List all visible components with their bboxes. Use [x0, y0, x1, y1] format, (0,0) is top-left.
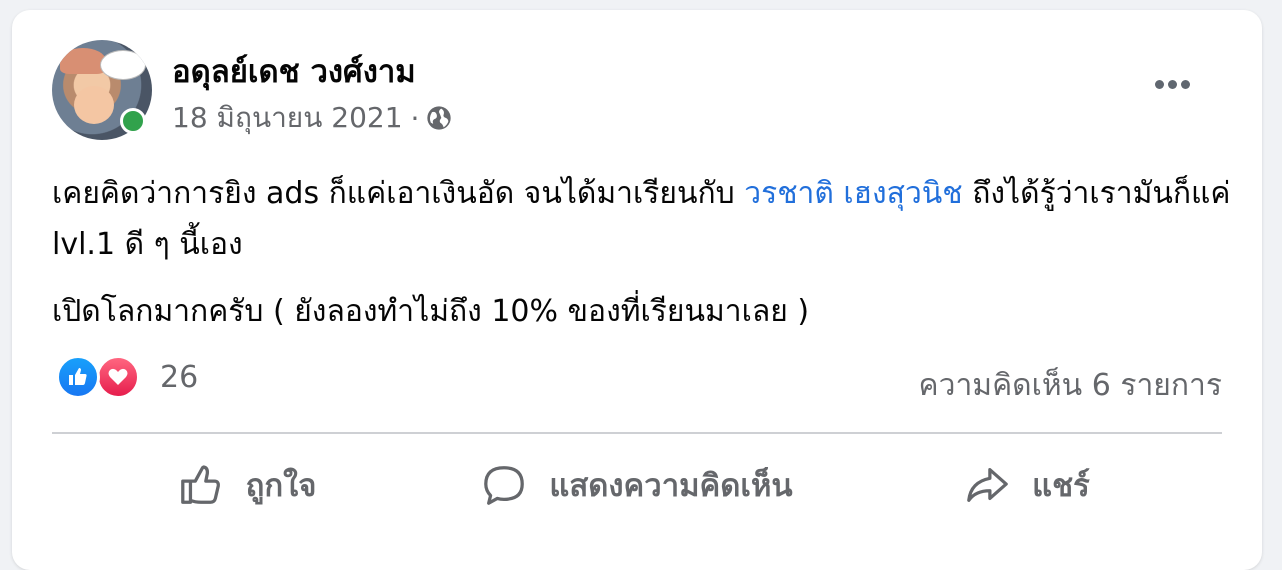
share-icon [967, 468, 1008, 502]
more-dot-icon [1154, 79, 1164, 89]
like-button[interactable]: ถูกใจ [52, 450, 442, 520]
avatar-face [74, 86, 114, 124]
divider [52, 432, 1222, 434]
reaction-count: 26 [160, 359, 199, 395]
post-date[interactable]: 18 มิถุนายน 2021 [172, 96, 403, 140]
thumbs-up-icon [180, 465, 220, 504]
like-icon [56, 355, 100, 399]
post-card: อดุลย์เดช วงศ์งาม 18 มิถุนายน 2021 · เคย… [12, 10, 1262, 570]
avatar-hat [60, 48, 106, 74]
more-dot-icon [1180, 79, 1190, 89]
online-status-icon [120, 108, 146, 134]
more-dot-icon [1167, 79, 1177, 89]
post-text: เคยคิดว่าการยิง ads ก็แค่เอาเงินอัด จนได… [52, 168, 1232, 337]
reactions-summary[interactable]: 26 [56, 355, 198, 399]
share-button[interactable]: แชร์ [832, 450, 1222, 520]
globe-icon[interactable] [425, 104, 453, 132]
post-paragraph-2: เปิดโลกมากครับ ( ยังลองทำไม่ถึง 10% ของท… [52, 294, 810, 329]
like-label: ถูกใจ [245, 468, 317, 504]
comment-button[interactable]: แสดงความคิดเห็น [442, 450, 832, 520]
avatar-speech-bubble [100, 50, 146, 80]
comments-count-link[interactable]: ความคิดเห็น 6 รายการ [919, 362, 1222, 409]
more-options-button[interactable] [1142, 62, 1202, 106]
meta-separator: · [410, 101, 420, 135]
post-text-part1: เคยคิดว่าการยิง ads ก็แค่เอาเงินอัด จนได… [52, 176, 745, 211]
love-icon [96, 355, 140, 399]
author-name[interactable]: อดุลย์เดช วงศ์งาม [172, 46, 416, 96]
share-label: แชร์ [1032, 468, 1090, 504]
comment-label: แสดงความคิดเห็น [549, 468, 793, 504]
post-meta: 18 มิถุนายน 2021 · [172, 96, 453, 140]
post-paragraph-1: เคยคิดว่าการยิง ads ก็แค่เอาเงินอัด จนได… [52, 168, 1232, 270]
comment-icon [484, 466, 525, 505]
action-bar: ถูกใจ แสดงความคิดเห็น แชร์ [52, 450, 1222, 520]
mention-link[interactable]: วรชาติ เฮงสุวนิช [744, 176, 962, 211]
